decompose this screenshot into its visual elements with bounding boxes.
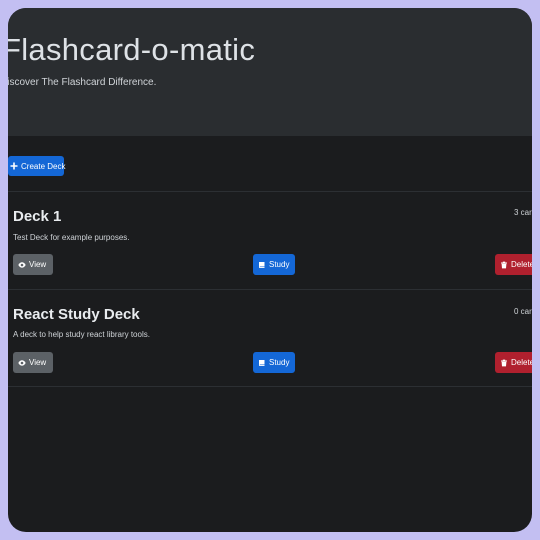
book-icon	[258, 261, 266, 269]
eye-icon	[18, 261, 26, 269]
view-deck-button[interactable]: View	[13, 352, 53, 373]
divider	[8, 289, 532, 290]
create-deck-label: Create Deck	[21, 161, 66, 171]
delete-deck-button[interactable]: Delete	[495, 254, 532, 275]
deck-title: Deck 1	[13, 208, 62, 225]
deck-description: Test Deck for example purposes.	[13, 233, 130, 242]
divider	[8, 386, 532, 387]
delete-label: Delete	[511, 260, 532, 269]
book-icon	[258, 359, 266, 367]
study-label: Study	[269, 260, 290, 269]
eye-icon	[18, 359, 26, 367]
trash-icon	[500, 359, 508, 367]
deck-card-count: 3 cards	[514, 208, 532, 217]
deck-card-count: 0 cards	[514, 307, 532, 316]
header-jumbotron: Flashcard-o-matic Discover The Flashcard…	[8, 8, 532, 136]
deck-title: React Study Deck	[13, 306, 140, 323]
trash-icon	[500, 261, 508, 269]
divider	[8, 191, 532, 192]
plus-icon	[10, 162, 18, 170]
page-subtitle: Discover The Flashcard Difference.	[8, 77, 157, 88]
view-label: View	[29, 358, 47, 367]
delete-label: Delete	[511, 358, 532, 367]
delete-deck-button[interactable]: Delete	[495, 352, 532, 373]
create-deck-button[interactable]: Create Deck	[8, 156, 66, 176]
app-frame: Flashcard-o-matic Discover The Flashcard…	[8, 8, 532, 532]
view-deck-button[interactable]: View	[13, 254, 53, 275]
view-label: View	[29, 260, 47, 269]
study-label: Study	[269, 358, 290, 367]
page-title: Flashcard-o-matic	[8, 32, 256, 67]
deck-description: A deck to help study react library tools…	[13, 330, 150, 339]
study-deck-button[interactable]: Study	[253, 254, 295, 275]
study-deck-button[interactable]: Study	[253, 352, 295, 373]
